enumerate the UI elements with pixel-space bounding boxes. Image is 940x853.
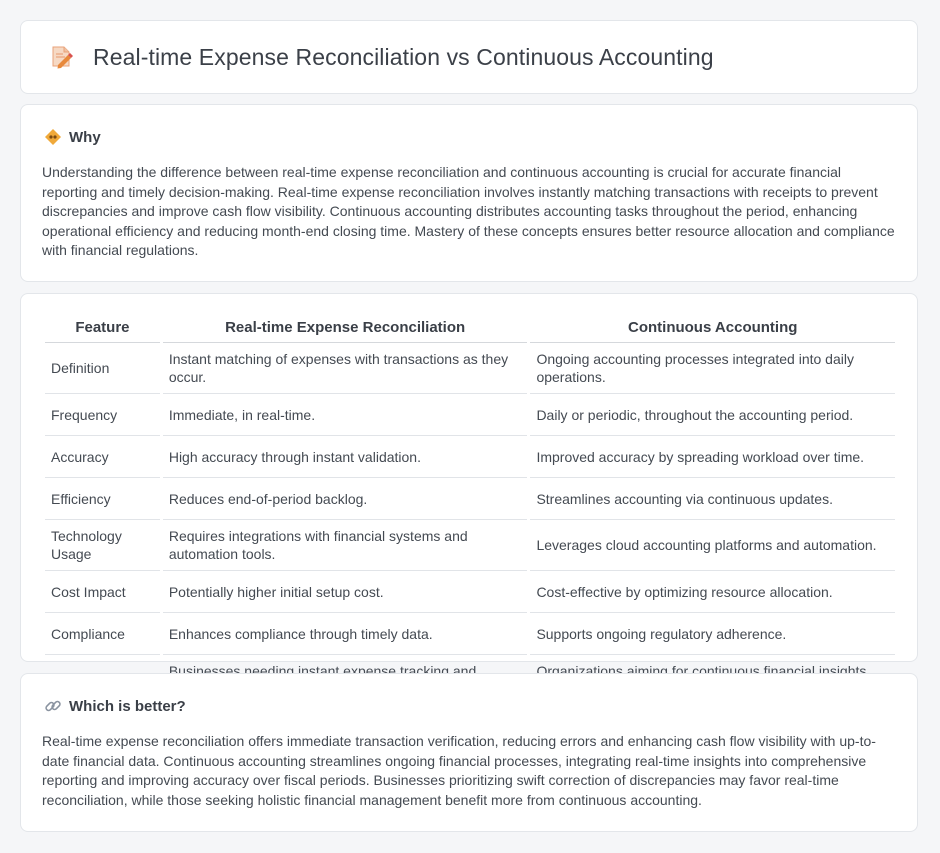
feature-cell: Frequency bbox=[45, 394, 160, 436]
table-row: Efficiency Reduces end-of-period backlog… bbox=[45, 478, 895, 520]
continuous-cell: Improved accuracy by spreading workload … bbox=[530, 436, 895, 478]
realtime-cell: Reduces end-of-period backlog. bbox=[162, 478, 528, 520]
feature-cell: Cost Impact bbox=[45, 571, 160, 613]
which-better-title: Which is better? bbox=[69, 697, 186, 715]
realtime-cell: Potentially higher initial setup cost. bbox=[162, 571, 528, 613]
continuous-cell: Cost-effective by optimizing resource al… bbox=[530, 571, 895, 613]
realtime-cell: Instant matching of expenses with transa… bbox=[162, 343, 528, 394]
table-row: Technology Usage Requires integrations w… bbox=[45, 520, 895, 571]
continuous-cell: Daily or periodic, throughout the accoun… bbox=[530, 394, 895, 436]
which-better-section: Which is better? Real-time expense recon… bbox=[20, 673, 918, 832]
page-title: Real-time Expense Reconciliation vs Cont… bbox=[93, 43, 714, 70]
table-header-row: Feature Real-time Expense Reconciliation… bbox=[45, 311, 895, 343]
realtime-cell: Enhances compliance through timely data. bbox=[162, 613, 528, 655]
feature-cell: Efficiency bbox=[45, 478, 160, 520]
feature-cell: Technology Usage bbox=[45, 520, 160, 571]
header-card: Real-time Expense Reconciliation vs Cont… bbox=[20, 20, 918, 94]
table-row: Definition Instant matching of expenses … bbox=[45, 343, 895, 394]
continuous-cell: Supports ongoing regulatory adherence. bbox=[530, 613, 895, 655]
continuous-cell: Ongoing accounting processes integrated … bbox=[530, 343, 895, 394]
header-realtime: Real-time Expense Reconciliation bbox=[162, 311, 528, 343]
which-better-heading: Which is better? bbox=[42, 694, 897, 718]
continuous-cell: Leverages cloud accounting platforms and… bbox=[530, 520, 895, 571]
table-row: Compliance Enhances compliance through t… bbox=[45, 613, 895, 655]
feature-cell: Accuracy bbox=[45, 436, 160, 478]
table-row: Frequency Immediate, in real-time. Daily… bbox=[45, 394, 895, 436]
table-row: Accuracy High accuracy through instant v… bbox=[45, 436, 895, 478]
which-better-text: Real-time expense reconciliation offers … bbox=[42, 733, 876, 808]
table-row: Cost Impact Potentially higher initial s… bbox=[45, 571, 895, 613]
why-section: Why Understanding the difference between… bbox=[20, 104, 918, 282]
why-heading: Why bbox=[42, 125, 897, 149]
link-icon bbox=[44, 697, 62, 715]
why-text: Understanding the difference between rea… bbox=[42, 164, 895, 259]
comparison-table: Feature Real-time Expense Reconciliation… bbox=[42, 311, 898, 706]
realtime-cell: Immediate, in real-time. bbox=[162, 394, 528, 436]
document-pencil-icon bbox=[47, 43, 75, 71]
feature-cell: Compliance bbox=[45, 613, 160, 655]
realtime-cell: Requires integrations with financial sys… bbox=[162, 520, 528, 571]
realtime-cell: High accuracy through instant validation… bbox=[162, 436, 528, 478]
continuous-cell: Streamlines accounting via continuous up… bbox=[530, 478, 895, 520]
feature-cell: Definition bbox=[45, 343, 160, 394]
lightbulb-icon bbox=[44, 128, 62, 146]
comparison-card: Feature Real-time Expense Reconciliation… bbox=[20, 293, 918, 706]
why-title: Why bbox=[69, 128, 101, 146]
header-continuous: Continuous Accounting bbox=[530, 311, 895, 343]
header-feature: Feature bbox=[45, 311, 160, 343]
